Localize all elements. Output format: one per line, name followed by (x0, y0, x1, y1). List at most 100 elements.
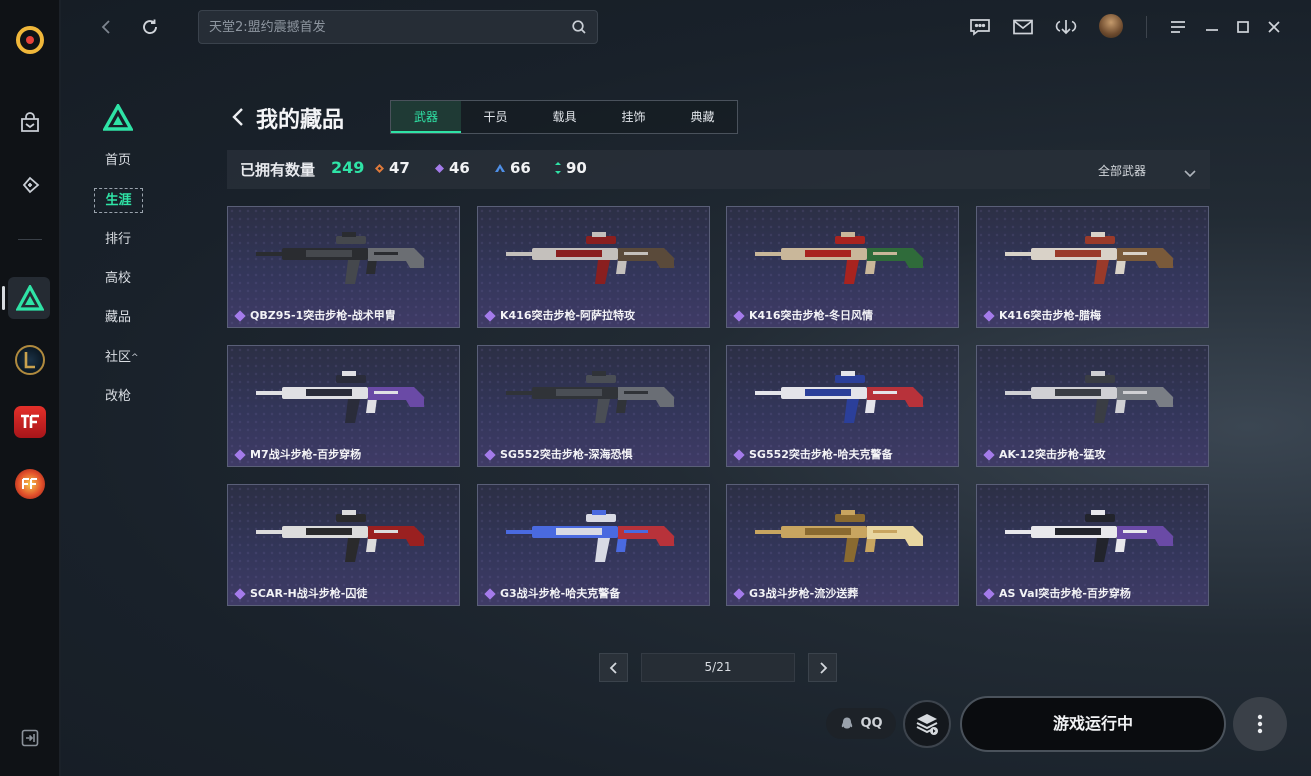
tab-charms[interactable]: 挂饰 (599, 101, 668, 133)
download-icon[interactable] (1053, 14, 1079, 40)
store-icon[interactable] (10, 103, 50, 143)
chat-icon[interactable] (967, 14, 993, 40)
subnav-community[interactable]: 社区^ (105, 348, 139, 368)
menu-icon[interactable] (1165, 14, 1191, 40)
subnav-community-label: 社区 (105, 350, 132, 365)
chevron-down-icon[interactable] (1183, 164, 1197, 183)
weapon-image (1005, 371, 1173, 423)
tab-vehicles[interactable]: 载具 (530, 101, 599, 133)
weapon-image (256, 232, 424, 284)
rarity-icon (983, 588, 995, 600)
mail-icon[interactable] (1010, 14, 1036, 40)
qq-button[interactable]: QQ (826, 708, 896, 739)
weapon-name: QBZ95-1突击步枪-战术甲胄 (250, 309, 396, 322)
stat-orange-value: 47 (389, 159, 410, 177)
weapon-card[interactable]: SG552突击步枪-深海恐惧 (477, 345, 710, 467)
games-icon[interactable] (10, 165, 50, 205)
subnav-home[interactable]: 首页 (105, 151, 131, 171)
weapon-card[interactable]: G3战斗步枪-哈夫克警备 (477, 484, 710, 606)
rail-divider (18, 239, 42, 240)
league-of-legends-icon[interactable] (10, 340, 50, 380)
weapon-name: M7战斗步枪-百步穿杨 (250, 448, 362, 461)
page-title: 我的藏品 (256, 108, 345, 133)
tab-collector[interactable]: 典藏 (668, 101, 737, 133)
refresh-icon[interactable] (137, 14, 163, 40)
weapon-card[interactable]: K416突击步枪-冬日风情 (726, 206, 959, 328)
close-icon[interactable] (1261, 14, 1287, 40)
rarity-icon (983, 449, 995, 461)
weapon-name: G3战斗步枪-哈夫克警备 (500, 587, 621, 600)
stat-purple: 46 (435, 159, 470, 177)
back-arrow-icon[interactable] (229, 106, 247, 128)
search-icon[interactable] (571, 19, 587, 39)
weapon-card[interactable]: K416突击步枪-腊梅 (976, 206, 1209, 328)
weapon-image (755, 371, 923, 423)
topbar-divider (1146, 16, 1147, 38)
weapon-card[interactable]: QBZ95-1突击步枪-战术甲胄 (227, 206, 460, 328)
weapon-card[interactable]: M7战斗步枪-百步穿杨 (227, 345, 460, 467)
qq-penguin-icon (842, 717, 853, 728)
subnav-ranking[interactable]: 排行 (105, 230, 131, 250)
weapon-name: SG552突击步枪-深海恐惧 (500, 448, 633, 461)
subnav-community-caret: ^ (131, 353, 139, 363)
stat-orange: 47 (375, 159, 410, 177)
more-vertical-icon (1257, 714, 1263, 734)
weapon-image (506, 510, 674, 562)
crossfire-hd-icon[interactable] (10, 402, 50, 442)
category-tabs: 武器 干员 载具 挂饰 典藏 (390, 100, 738, 134)
weapon-card[interactable]: G3战斗步枪-流沙送葬 (726, 484, 959, 606)
weapon-card[interactable]: SG552突击步枪-哈夫克警备 (726, 345, 959, 467)
rarity-icon (983, 310, 995, 322)
left-rail (0, 0, 60, 776)
weapon-name: K416突击步枪-冬日风情 (749, 309, 874, 322)
weapon-card[interactable]: AS Val突击步枪-百步穿杨 (976, 484, 1209, 606)
more-options-button[interactable] (1233, 697, 1287, 751)
weapon-name: G3战斗步枪-流沙送葬 (749, 587, 859, 600)
search-input[interactable] (209, 19, 569, 35)
delta-force-logo-icon (102, 102, 134, 132)
search-box[interactable] (198, 10, 598, 44)
weapon-image (1005, 510, 1173, 562)
subnav-college[interactable]: 高校 (105, 269, 131, 289)
layers-button[interactable] (903, 700, 951, 748)
tab-operators[interactable]: 干员 (461, 101, 530, 133)
prev-page-button[interactable] (599, 653, 628, 682)
back-nav-icon[interactable] (93, 14, 119, 40)
page-indicator: 5/21 (641, 653, 795, 682)
stat-blue-value: 66 (510, 159, 531, 177)
crossfire-icon[interactable] (10, 464, 50, 504)
weapon-card[interactable]: AK-12突击步枪-猛攻 (976, 345, 1209, 467)
subnav-gunsmith[interactable]: 改枪 (105, 387, 131, 407)
weapon-card[interactable]: SCAR-H战斗步枪-囚徒 (227, 484, 460, 606)
next-page-button[interactable] (808, 653, 837, 682)
subnav-collection[interactable]: 藏品 (105, 308, 131, 328)
minimize-icon[interactable] (1199, 14, 1225, 40)
rarity-icon (733, 310, 745, 322)
rail-active-indicator (2, 286, 5, 310)
tab-weapons[interactable]: 武器 (391, 101, 461, 133)
rarity-icon (234, 588, 246, 600)
chevron-left-icon (609, 661, 617, 674)
delta-force-icon[interactable] (10, 278, 50, 318)
rarity-icon (484, 449, 496, 461)
top-bar (61, 0, 1311, 54)
app-logo-icon[interactable] (10, 20, 50, 60)
stat-green-value: 90 (566, 159, 587, 177)
weapon-name: K416突击步枪-阿萨拉特攻 (500, 309, 636, 322)
weapon-image (1005, 232, 1173, 284)
weapon-filter-dropdown[interactable]: 全部武器 (1098, 162, 1146, 179)
rarity-icon (484, 588, 496, 600)
subnav-career[interactable]: 生涯 (94, 188, 143, 213)
qq-label: QQ (860, 716, 883, 731)
weapon-image (506, 371, 674, 423)
maximize-icon[interactable] (1230, 14, 1256, 40)
user-avatar[interactable] (1099, 14, 1123, 38)
rarity-icon (234, 449, 246, 461)
game-running-button[interactable]: 游戏运行中 (960, 696, 1226, 752)
orange-rarity-icon (375, 163, 384, 173)
weapon-image (506, 232, 674, 284)
collapse-sidebar-icon[interactable] (10, 718, 50, 758)
weapon-image (755, 232, 923, 284)
rarity-icon (484, 310, 496, 322)
weapon-card[interactable]: K416突击步枪-阿萨拉特攻 (477, 206, 710, 328)
